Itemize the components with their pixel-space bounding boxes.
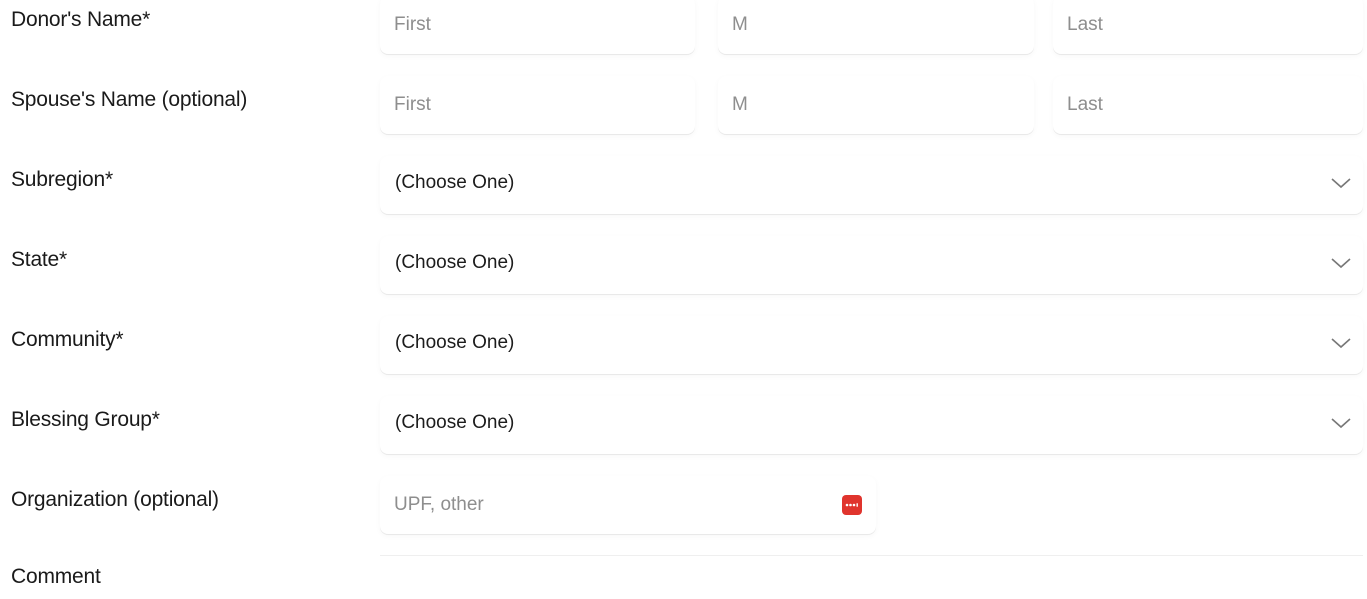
password-dots-icon [845,503,858,507]
donor-first-name-input[interactable] [380,0,695,54]
organization-field[interactable] [380,476,876,534]
state-label: State* [11,248,68,271]
comment-label: Comment [11,565,101,588]
password-manager-icon[interactable] [842,495,862,515]
donor-middle-initial-field[interactable] [718,0,1034,54]
subregion-label: Subregion* [11,168,113,191]
spouse-last-name-field[interactable] [1053,76,1363,134]
blessing-group-label: Blessing Group* [11,408,160,431]
subregion-selected-value: (Choose One) [395,172,515,193]
blessing-group-selected-value: (Choose One) [395,412,515,433]
section-divider [380,555,1363,556]
chevron-down-icon [1331,418,1351,429]
spouse-first-name-input[interactable] [380,76,695,134]
state-row: State* (Choose One) [0,236,1367,320]
donor-last-name-field[interactable] [1053,0,1363,54]
blessing-group-select[interactable]: (Choose One) [380,396,1363,454]
organization-row: Organization (optional) [0,476,1367,560]
spouse-name-row: Spouse's Name (optional) [0,76,1367,160]
subregion-row: Subregion* (Choose One) [0,156,1367,240]
spouse-middle-initial-field[interactable] [718,76,1034,134]
spouse-last-name-input[interactable] [1053,76,1363,134]
chevron-down-icon [1331,338,1351,349]
organization-input[interactable] [380,476,876,534]
community-row: Community* (Choose One) [0,316,1367,400]
community-selected-value: (Choose One) [395,332,515,353]
community-select[interactable]: (Choose One) [380,316,1363,374]
community-label: Community* [11,328,124,351]
subregion-select[interactable]: (Choose One) [380,156,1363,214]
donor-middle-initial-input[interactable] [718,0,1034,54]
donor-name-row: Donor's Name* [0,0,1367,80]
spouse-name-label: Spouse's Name (optional) [11,88,248,111]
donor-first-name-field[interactable] [380,0,695,54]
donor-name-label: Donor's Name* [11,8,151,31]
comment-row: Comment [0,560,1367,599]
spouse-first-name-field[interactable] [380,76,695,134]
blessing-group-row: Blessing Group* (Choose One) [0,396,1367,480]
spouse-middle-initial-input[interactable] [718,76,1034,134]
state-selected-value: (Choose One) [395,252,515,273]
state-select[interactable]: (Choose One) [380,236,1363,294]
chevron-down-icon [1331,258,1351,269]
organization-label: Organization (optional) [11,488,219,511]
donor-form: Donor's Name* Spouse's Name (optional) S… [0,0,1367,599]
chevron-down-icon [1331,178,1351,189]
donor-last-name-input[interactable] [1053,0,1363,54]
